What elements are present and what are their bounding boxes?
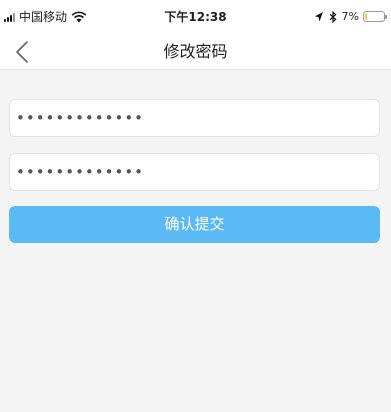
change-password-screen: 中国移动 下午12:38 7% 修改密码 ••••••••••••• •••••… [0,0,391,412]
page-title: 修改密码 [163,42,228,61]
status-bar-right: 7% [314,10,387,23]
location-icon [314,11,323,22]
navigation-bar: 修改密码 [0,36,391,70]
confirm-password-input[interactable] [16,154,379,190]
status-bar: 中国移动 下午12:38 7% [0,0,391,36]
password-field-container [9,99,380,137]
new-password-input[interactable] [16,100,379,136]
battery-icon [363,11,387,22]
submit-button[interactable]: 确认提交 [9,206,380,243]
battery-level-fill [365,13,367,20]
battery-percent: 7% [341,10,359,23]
confirm-password-field-container [9,153,380,191]
bluetooth-icon [329,10,337,23]
